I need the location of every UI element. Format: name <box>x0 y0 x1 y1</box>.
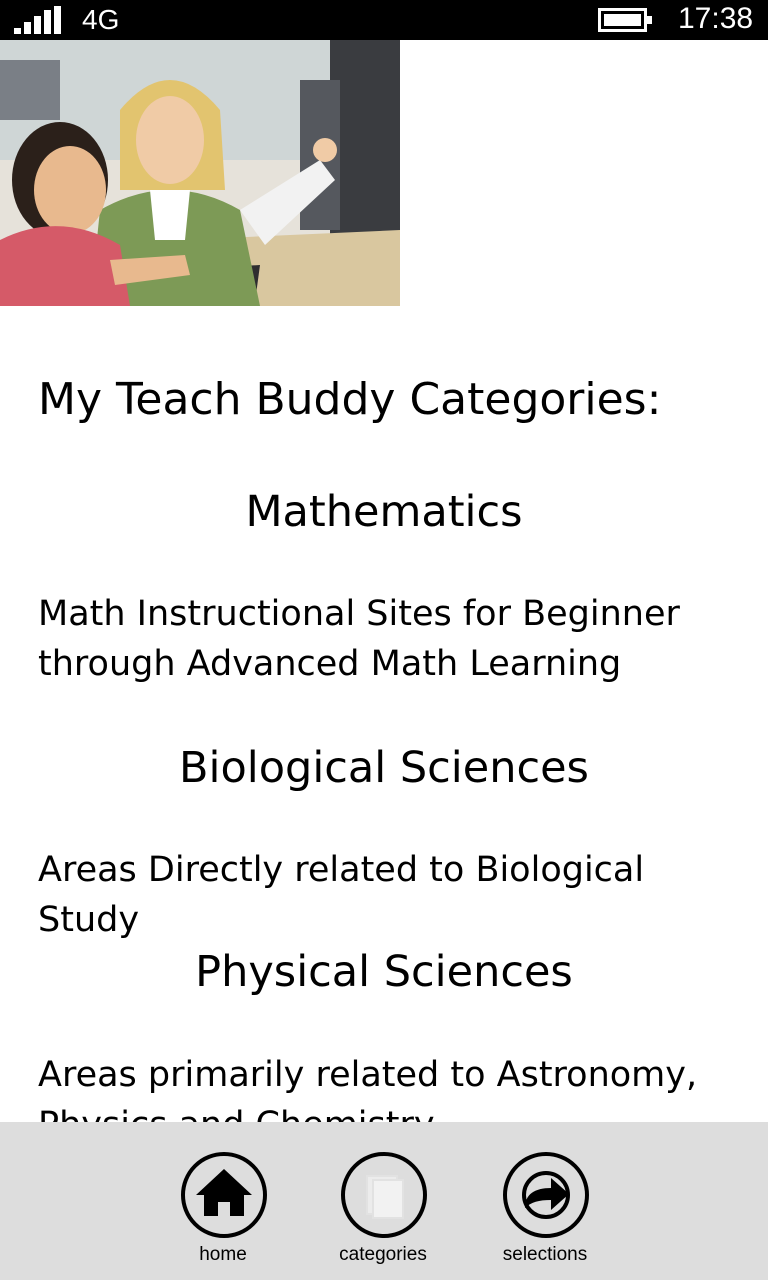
home-label: home <box>199 1244 247 1265</box>
home-button[interactable]: home <box>163 1152 283 1272</box>
category-list: My Teach Buddy Categories: Mathematics M… <box>0 306 768 1122</box>
selections-label: selections <box>502 1244 588 1265</box>
selections-button[interactable]: selections <box>485 1152 605 1272</box>
category-biological-sciences[interactable]: Biological Sciences <box>0 740 768 796</box>
category-description: Areas Directly related to Biological Stu… <box>38 850 645 940</box>
categories-label: categories <box>339 1244 427 1265</box>
category-name: Physical Sciences <box>195 947 573 997</box>
category-description: Math Instructional Sites for Beginner th… <box>38 594 680 684</box>
page-title: My Teach Buddy Categories: <box>38 374 662 425</box>
category-description: Areas primarily related to Astronomy, Ph… <box>38 1055 698 1122</box>
signal-strength-icon <box>14 6 61 34</box>
network-type: 4G <box>82 4 120 35</box>
category-name: Biological Sciences <box>179 743 589 793</box>
battery-icon <box>598 8 652 32</box>
status-bar: 4G 17:38 <box>0 0 768 40</box>
categories-button[interactable]: categories <box>323 1152 443 1272</box>
clock: 17:38 <box>678 2 754 35</box>
app-bar: home categories selections <box>0 1122 768 1280</box>
share-icon <box>503 1152 589 1238</box>
category-name: Mathematics <box>245 487 523 537</box>
category-mathematics[interactable]: Mathematics <box>0 484 768 540</box>
header-photo <box>0 40 400 306</box>
home-icon <box>181 1152 267 1238</box>
category-physical-sciences[interactable]: Physical Sciences <box>0 944 768 1000</box>
categories-icon <box>341 1152 427 1238</box>
